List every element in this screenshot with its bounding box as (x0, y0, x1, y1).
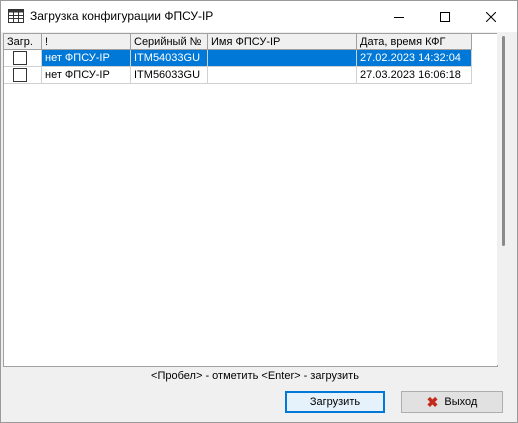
vertical-scrollbar[interactable] (497, 33, 514, 365)
config-table[interactable]: Загр. ! Серийный № Имя ФПСУ-IP Дата, вре… (3, 33, 498, 367)
status-cell: нет ФПСУ-IP (42, 67, 131, 84)
load-checkbox-cell (4, 50, 42, 67)
close-button[interactable] (468, 1, 514, 32)
column-header-name[interactable]: Имя ФПСУ-IP (208, 34, 357, 50)
column-header-datetime[interactable]: Дата, время КФГ (357, 34, 472, 50)
exit-button[interactable]: ✖ Выход (401, 391, 503, 413)
window-title: Загрузка конфигурации ФПСУ-IP (30, 9, 214, 23)
minimize-button[interactable] (376, 1, 422, 32)
table-row[interactable]: нет ФПСУ-IP ITM56033GU 27.03.2023 16:06:… (4, 67, 472, 84)
column-header-serial[interactable]: Серийный № (131, 34, 208, 50)
grid-app-icon (8, 9, 24, 23)
load-button-label: Загрузить (309, 396, 361, 408)
keyboard-hint: <Пробел> - отметить <Enter> - загрузить (151, 370, 359, 382)
serial-cell: ITM54033GU (131, 50, 208, 67)
x-icon: ✖ (426, 394, 439, 410)
name-cell (208, 67, 357, 84)
load-button[interactable]: Загрузить (285, 391, 385, 413)
datetime-cell: 27.03.2023 16:06:18 (357, 67, 472, 84)
datetime-cell: 27.02.2023 14:32:04 (357, 50, 472, 67)
config-load-window: Загрузка конфигурации ФПСУ-IP Загр. ! Се… (0, 0, 518, 423)
name-cell (208, 50, 357, 67)
maximize-button[interactable] (422, 1, 468, 32)
minimize-icon (394, 16, 404, 18)
exit-button-label: Выход (444, 396, 478, 408)
column-header-load[interactable]: Загр. (4, 34, 42, 50)
close-icon (486, 11, 496, 22)
table-row[interactable]: нет ФПСУ-IP ITM54033GU 27.02.2023 14:32:… (4, 50, 472, 67)
serial-cell: ITM56033GU (131, 67, 208, 84)
maximize-icon (440, 11, 450, 22)
load-checkbox-cell (4, 67, 42, 84)
title-bar[interactable]: Загрузка конфигурации ФПСУ-IP (1, 1, 517, 32)
scrollbar-thumb[interactable] (502, 36, 505, 246)
status-cell: нет ФПСУ-IP (42, 50, 131, 67)
load-checkbox[interactable] (13, 68, 27, 82)
load-checkbox[interactable] (13, 51, 27, 65)
column-header-status[interactable]: ! (42, 34, 131, 50)
